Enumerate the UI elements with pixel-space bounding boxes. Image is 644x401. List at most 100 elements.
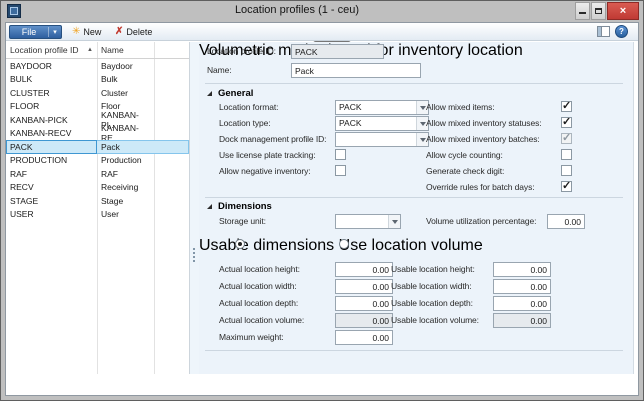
cell-name[interactable]: Bulk [97,73,153,87]
grid-row[interactable]: BAYDOORBaydoor [6,59,189,73]
column-label: Location profile ID [10,45,79,55]
section-title: General [218,88,253,99]
cycle-counting-label: Allow cycle counting: [426,150,503,160]
cell-id[interactable]: RAF [6,167,97,181]
collapse-triangle-icon [207,204,212,209]
select-value: PACK [336,101,416,114]
actual-height-input[interactable] [335,262,393,277]
license-plate-checkbox[interactable] [335,149,346,160]
grid-header: Location profile ID ▲ Name [6,42,189,59]
usable-height-label: Usable location height: [391,264,475,274]
actual-volume-label: Actual location volume: [219,315,304,325]
dimensions-section-header[interactable]: Dimensions [207,200,272,212]
grid-row[interactable]: USERUser [6,208,189,222]
cell-id[interactable]: KANBAN-PICK [6,113,97,127]
splitter[interactable] [190,42,199,374]
cell-name[interactable]: KANBAN-RE... [97,127,153,141]
location-type-select[interactable]: PACK [335,116,429,131]
cell-name[interactable]: Pack [97,140,153,154]
cycle-counting-checkbox[interactable] [561,149,572,160]
cell-name[interactable]: Stage [97,194,153,208]
grid-row[interactable]: BULKBulk [6,73,189,87]
actual-depth-label: Actual location depth: [219,298,298,308]
grid-row[interactable]: KANBAN-RECVKANBAN-RE... [6,127,189,141]
grid-row[interactable]: RECVReceiving [6,181,189,195]
cell-name[interactable]: Cluster [97,86,153,100]
window-panes-icon[interactable] [597,26,610,37]
usable-volume-label: Usable location volume: [391,315,479,325]
cell-id[interactable]: USER [6,208,97,222]
maximum-weight-label: Maximum weight: [219,332,284,342]
column-header-name[interactable]: Name [97,42,153,58]
new-button[interactable]: ✳ New [68,24,105,39]
use-location-volume-label: Use location volume [339,237,483,254]
grid-row[interactable]: FLOORFloor [6,100,189,114]
help-icon[interactable]: ? [615,25,628,38]
file-menu-button[interactable]: File ▾ [9,25,62,39]
profile-id-field[interactable] [291,44,384,59]
usable-height-input[interactable] [493,262,551,277]
cell-id[interactable]: CLUSTER [6,86,97,100]
grid-row[interactable]: CLUSTERCluster [6,86,189,100]
column-header-location-profile-id[interactable]: Location profile ID ▲ [6,42,97,58]
maximize-button[interactable] [591,2,606,20]
cell-id[interactable]: BULK [6,73,97,87]
main-area: Location profile ID ▲ Name BAYDOORBaydoo… [6,42,638,374]
check-digit-checkbox[interactable] [561,165,572,176]
titlebar: Location profiles (1 - ceu) × [2,1,642,21]
cell-id[interactable]: PACK [6,140,97,154]
maximum-weight-input[interactable] [335,330,393,345]
location-format-select[interactable]: PACK [335,100,429,115]
cell-id[interactable]: FLOOR [6,100,97,114]
allow-mixed-items-checkbox[interactable] [561,101,572,112]
select-value: PACK [336,117,416,130]
cell-name[interactable]: Receiving [97,181,153,195]
cell-id[interactable]: PRODUCTION [6,154,97,168]
cell-id[interactable]: KANBAN-RECV [6,127,97,141]
license-plate-label: Use license plate tracking: [219,150,316,160]
grid-row[interactable]: KANBAN-PICKKANBAN-PI... [6,113,189,127]
location-profiles-grid: Location profile ID ▲ Name BAYDOORBaydoo… [6,42,190,374]
actual-depth-input[interactable] [335,296,393,311]
cell-id[interactable]: STAGE [6,194,97,208]
close-icon: × [620,5,626,17]
file-label: File [10,27,48,37]
detail-panel: Location profile ID: Name: General Locat… [199,42,633,374]
usable-dimensions-label: Usable dimensions [199,237,334,254]
actual-volume-input [335,313,393,328]
cell-id[interactable]: BAYDOOR [6,59,97,73]
cell-name[interactable]: Baydoor [97,59,153,73]
grid-row[interactable]: STAGEStage [6,194,189,208]
allow-mixed-statuses-checkbox[interactable] [561,117,572,128]
grid-row-selected[interactable]: PACKPack [6,140,189,154]
grid-row[interactable]: PRODUCTIONProduction [6,154,189,168]
sort-ascending-icon: ▲ [87,47,93,53]
cell-id[interactable]: RECV [6,181,97,195]
grid-row[interactable]: RAFRAF [6,167,189,181]
section-title: Dimensions [218,201,272,212]
delete-button[interactable]: ✗ Delete [111,24,156,39]
override-batch-days-label: Override rules for batch days: [426,182,535,192]
cell-name[interactable]: Production [97,154,153,168]
cell-name[interactable]: RAF [97,167,153,181]
close-window-button[interactable]: × [607,2,639,20]
general-section-header[interactable]: General [207,87,253,99]
storage-unit-label: Storage unit: [219,216,266,226]
override-batch-days-checkbox[interactable] [561,181,572,192]
divider [205,83,623,84]
name-field[interactable] [291,63,421,78]
volume-utilization-input[interactable] [547,214,585,229]
usable-width-input[interactable] [493,279,551,294]
toolbar: File ▾ ✳ New ✗ Delete ? [6,23,638,41]
minimize-button[interactable] [575,2,590,20]
app-icon [7,4,21,18]
select-value [336,133,416,146]
dock-profile-select[interactable] [335,132,429,147]
cell-name[interactable]: User [97,208,153,222]
usable-depth-input[interactable] [493,296,551,311]
actual-width-input[interactable] [335,279,393,294]
use-location-volume-radio[interactable] [339,239,349,249]
negative-inventory-checkbox[interactable] [335,165,346,176]
usable-depth-label: Usable location depth: [391,298,473,308]
usable-dimensions-radio[interactable] [235,239,245,249]
